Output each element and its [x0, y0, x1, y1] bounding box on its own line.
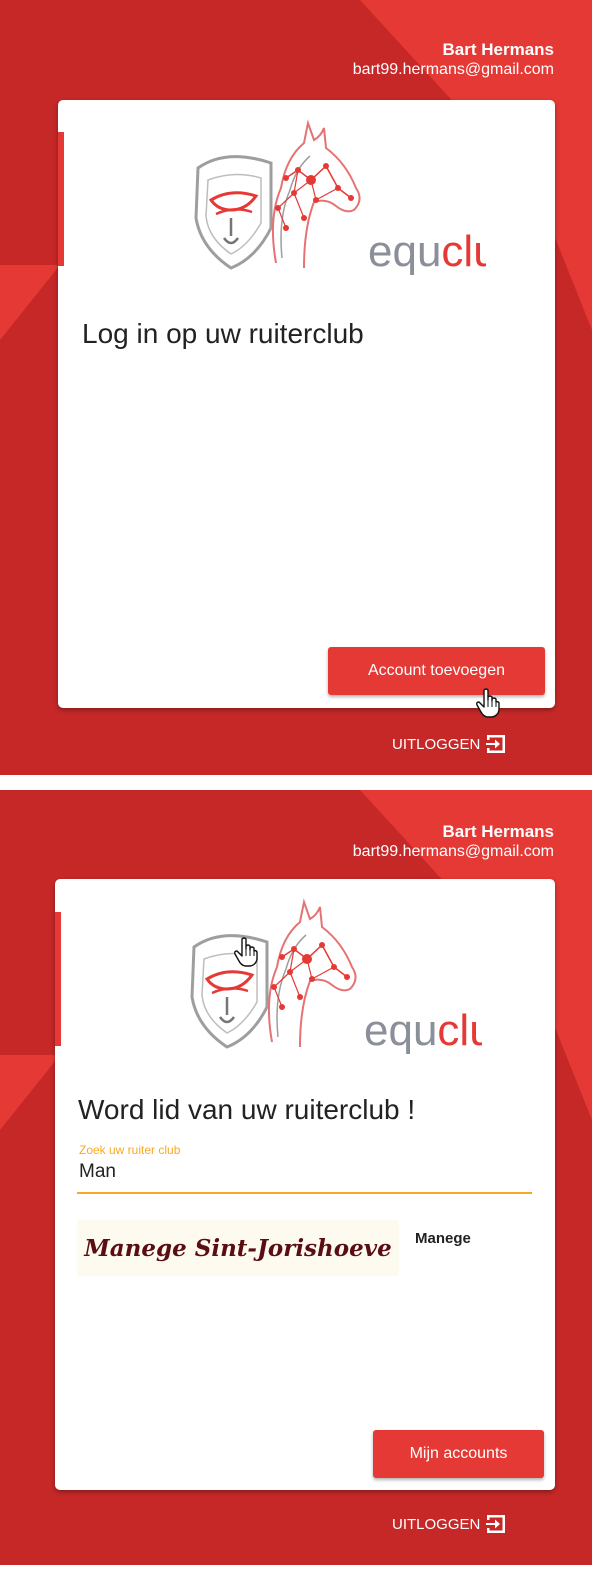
join-screen: Bart Hermans bart99.hermans@gmail.com eq…: [0, 790, 592, 1565]
logout-link[interactable]: UITLOGGEN: [392, 1512, 508, 1536]
card-accent-bar: [55, 912, 61, 1046]
logout-arrow-icon: [484, 732, 508, 756]
logout-arrow-icon: [484, 1512, 508, 1536]
user-email: bart99.hermans@gmail.com: [352, 61, 554, 78]
login-card: equclub Log in op uw ruiterclub Account …: [58, 100, 555, 708]
club-search-input[interactable]: [79, 1159, 529, 1185]
user-info: Bart Hermans bart99.hermans@gmail.com: [353, 40, 554, 80]
page-title: Log in op uw ruiterclub: [82, 318, 364, 349]
logo-text-equ: equ: [364, 1006, 437, 1055]
user-name: Bart Hermans: [442, 822, 555, 841]
logo-text-club: club: [437, 1006, 482, 1055]
user-name: Bart Hermans: [442, 40, 555, 59]
logo-text-equ: equ: [368, 227, 441, 276]
search-underline: [77, 1192, 532, 1194]
hand-pointer-icon: [234, 937, 258, 967]
club-result-name: Manege Sint-Jorishoeve: [84, 1234, 392, 1262]
equclub-logo: equclub: [182, 897, 482, 1055]
club-result-type: Manege: [415, 1230, 471, 1247]
logo-text-club: club: [441, 227, 486, 276]
hand-pointer-icon: [476, 688, 500, 718]
join-card: equclub Word lid van uw ruiterclub ! Zoe…: [55, 879, 555, 1490]
page-title: Word lid van uw ruiterclub !: [78, 1094, 416, 1125]
svg-text:equclub: equclub: [364, 1006, 482, 1055]
logout-label: UITLOGGEN: [392, 735, 481, 753]
user-info: Bart Hermans bart99.hermans@gmail.com: [353, 822, 554, 862]
logout-label: UITLOGGEN: [392, 1515, 481, 1533]
logout-link[interactable]: UITLOGGEN: [392, 732, 508, 756]
user-email: bart99.hermans@gmail.com: [352, 843, 554, 860]
card-accent-bar: [58, 132, 64, 266]
add-account-button[interactable]: Account toevoegen: [328, 647, 545, 695]
club-result-logo[interactable]: Manege Sint-Jorishoeve: [77, 1220, 399, 1276]
search-label: Zoek uw ruiter club: [79, 1143, 181, 1157]
login-screen: Bart Hermans bart99.hermans@gmail.com eq…: [0, 0, 592, 775]
my-accounts-button[interactable]: Mijn accounts: [373, 1430, 544, 1478]
equclub-logo: equclub: [186, 118, 486, 276]
svg-text:equclub: equclub: [368, 227, 486, 276]
